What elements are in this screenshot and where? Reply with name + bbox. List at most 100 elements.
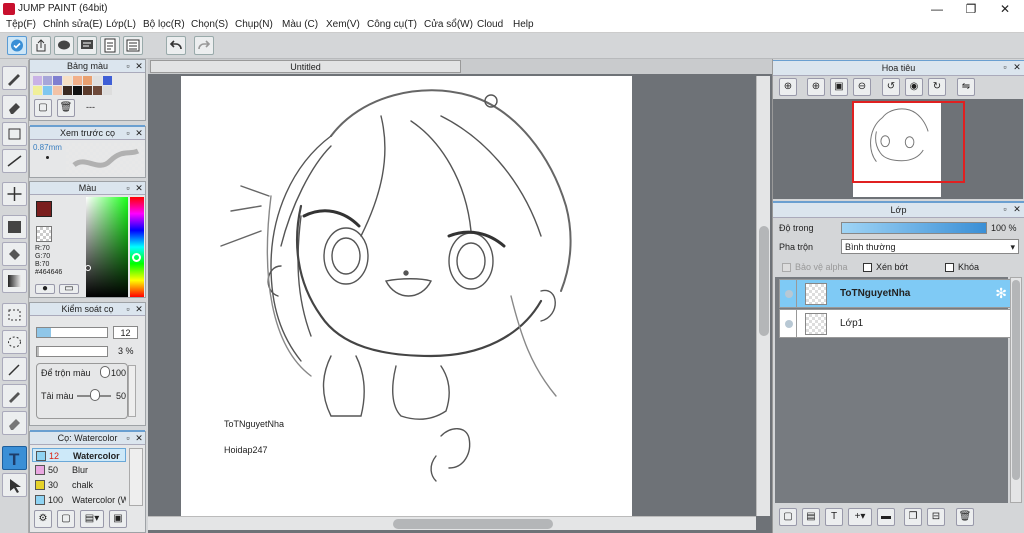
eraser-tool-icon[interactable] [2,95,27,119]
trash-icon[interactable]: 🗑 [956,508,974,526]
rotate-left-icon[interactable]: ↺ [882,78,900,96]
menu-tools[interactable]: Công cụ(T) [367,19,417,30]
add-layer-menu-icon[interactable]: +▾ [848,508,872,526]
brush-settings-icon[interactable]: ⚙ [34,510,52,528]
menu-file[interactable]: Tệp(F) [6,19,36,30]
expand-icon[interactable]: ▫ [123,61,133,71]
color-mode-icon[interactable]: ● [35,284,55,294]
undo-icon[interactable] [166,36,186,55]
brush-export-icon[interactable]: ▣ [109,510,127,528]
message-icon[interactable] [77,36,97,55]
delete-swatch-icon[interactable]: 🗑 [57,99,75,117]
menu-layer[interactable]: Lớp(L) [106,19,136,30]
blend-mode-select[interactable]: Bình thường ▾ [841,239,1019,254]
rect-tool-icon[interactable] [2,122,27,146]
line-tool-icon[interactable] [2,149,27,173]
brush-size-slider[interactable] [36,327,108,338]
add-swatch-icon[interactable]: ▢ [34,99,52,117]
menu-color[interactable]: Màu (C) [282,19,318,30]
new-text-layer-icon[interactable]: T [825,508,843,526]
close-icon[interactable]: ✕ [134,128,144,138]
layer-opacity-slider[interactable] [841,222,987,234]
brush-control-scrollbar[interactable] [128,365,136,417]
navigator-viewport[interactable] [852,101,965,183]
brush-tool-icon[interactable] [2,66,27,90]
layer-row-totnguyetnha[interactable]: ToTNguyetNha ✻ [779,279,1011,308]
brush-list-scrollbar[interactable] [129,448,143,506]
protect-alpha-checkbox[interactable] [782,263,791,272]
move-tool-icon[interactable] [2,182,27,206]
check-icon[interactable] [7,36,27,55]
navigator-view[interactable] [773,99,1023,199]
menu-filter[interactable]: Bộ lọc(R) [143,19,185,30]
zoom-fit-icon[interactable]: ⊕ [779,78,797,96]
new-brush-icon[interactable]: ▢ [57,510,75,528]
close-icon[interactable]: ✕ [1012,204,1022,214]
clipping-checkbox[interactable] [863,263,872,272]
menu-cloud[interactable]: Cloud [477,19,503,30]
restore-button[interactable]: ❐ [954,0,988,18]
menu-help[interactable]: Help [513,19,534,30]
brush-size-input[interactable]: 12 [113,326,138,339]
duplicate-layer-icon[interactable]: ❐ [904,508,922,526]
new-layer-icon[interactable]: ▢ [779,508,797,526]
close-icon[interactable]: ✕ [134,304,144,314]
menu-select[interactable]: Chọn(S) [191,19,228,30]
expand-icon[interactable]: ▫ [123,304,133,314]
expand-icon[interactable]: ▫ [123,433,133,443]
hue-slider[interactable] [130,197,144,297]
magic-wand-icon[interactable] [2,357,27,381]
canvas-horizontal-scrollbar[interactable] [148,516,756,530]
expand-icon[interactable]: ▫ [123,128,133,138]
select-eraser-icon[interactable] [2,411,27,435]
visibility-icon[interactable] [785,320,793,328]
expand-icon[interactable]: ▫ [1000,62,1010,72]
brush-item-watercolor[interactable]: 12 Watercolor [32,448,126,462]
drawing-canvas[interactable]: ToTNguyetNha Hoidap247 [181,76,632,516]
close-icon[interactable]: ✕ [134,433,144,443]
fit-window-icon[interactable]: ▣ [830,78,848,96]
document-icon[interactable] [100,36,120,55]
layer-scroll-thumb[interactable] [1012,280,1020,480]
close-icon[interactable]: ✕ [134,183,144,193]
reload-slider-knob[interactable] [90,389,100,401]
document-tab[interactable]: Untitled [150,60,461,73]
layer-scrollbar[interactable] [1010,277,1022,503]
brush-item-blur[interactable]: 50 Blur [32,463,126,477]
brush-item-chalk[interactable]: 30 chalk [32,478,126,492]
expand-icon[interactable]: ▫ [123,183,133,193]
comment-icon[interactable] [54,36,74,55]
close-button[interactable]: ✕ [988,0,1022,18]
zoom-out-icon[interactable]: ⊖ [853,78,871,96]
new-vector-layer-icon[interactable]: ▤ [802,508,820,526]
rotate-right-icon[interactable]: ↻ [928,78,946,96]
share-icon[interactable] [31,36,51,55]
palette-swatches[interactable] [33,76,145,96]
close-icon[interactable]: ✕ [1012,62,1022,72]
blend-slider-knob[interactable] [100,366,110,378]
gradient-tool-icon[interactable] [2,269,27,293]
select-pen-icon[interactable] [2,384,27,408]
foreground-color[interactable] [36,201,52,217]
brush-group-icon[interactable]: ▤▾ [80,510,104,528]
expand-icon[interactable]: ▫ [1000,204,1010,214]
close-icon[interactable]: ✕ [134,61,144,71]
brush-item-watercolor-w[interactable]: 100 Watercolor (W [32,493,126,507]
brush-opacity-slider[interactable] [36,346,108,357]
gear-icon[interactable]: ✻ [995,285,1007,302]
menu-view[interactable]: Xem(V) [326,19,360,30]
bucket-tool-icon[interactable] [2,242,27,266]
color-swap-icon[interactable]: ▭ [59,284,79,294]
merge-layer-icon[interactable]: ⊟ [927,508,945,526]
text-tool-icon[interactable]: T [2,446,27,470]
redo-icon[interactable] [194,36,214,55]
visibility-icon[interactable] [785,290,793,298]
menu-edit[interactable]: Chỉnh sửa(E) [43,19,103,30]
menu-capture[interactable]: Chụp(N) [235,19,273,30]
flip-icon[interactable]: ⇋ [957,78,975,96]
operation-tool-icon[interactable] [2,473,27,497]
horizontal-scroll-thumb[interactable] [393,519,553,529]
rotate-reset-icon[interactable]: ◉ [905,78,923,96]
lock-checkbox[interactable] [945,263,954,272]
transparent-color[interactable] [36,226,52,242]
